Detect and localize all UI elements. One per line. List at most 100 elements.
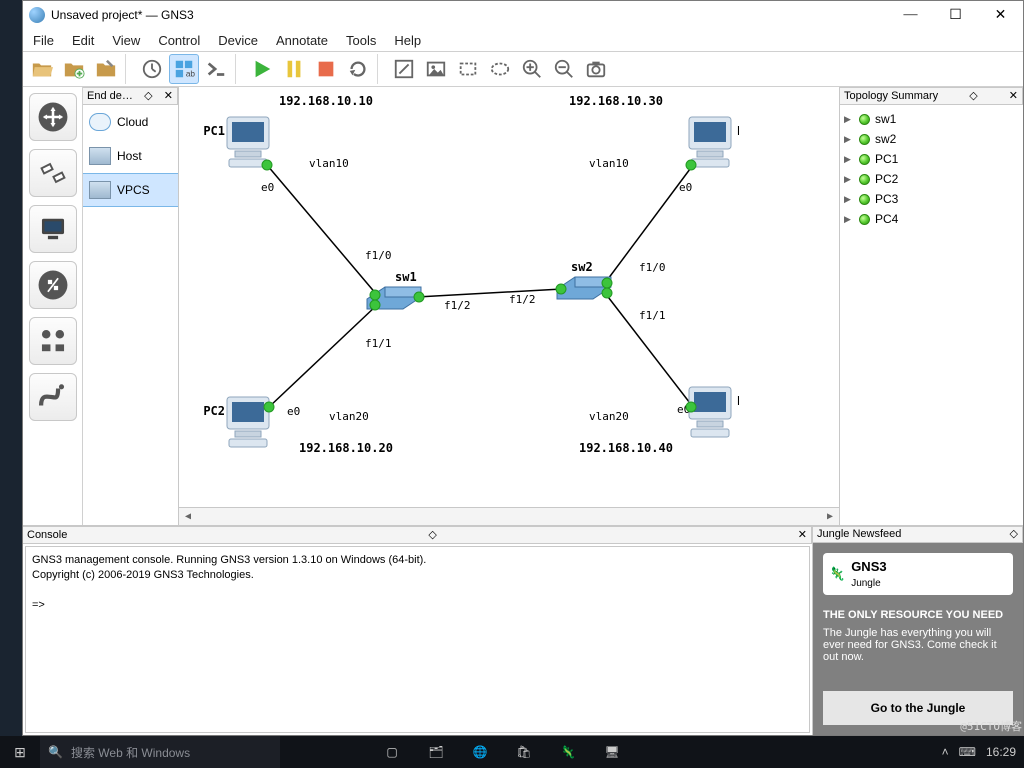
taskbar-search[interactable]: 🔍搜索 Web 和 Windows	[40, 736, 280, 768]
menu-device[interactable]: Device	[218, 33, 258, 48]
canvas-hscroll[interactable]: ◀▶	[179, 507, 839, 525]
console-icon[interactable]	[201, 54, 231, 84]
device-item-host[interactable]: Host	[83, 139, 178, 173]
menu-view[interactable]: View	[112, 33, 140, 48]
svg-text:192.168.10.30: 192.168.10.30	[569, 94, 663, 108]
svg-text:sw2: sw2	[571, 260, 593, 274]
topology-node-PC2[interactable]: ▶PC2	[844, 169, 1019, 189]
svg-text:sw1: sw1	[395, 270, 417, 284]
panel-close-icon[interactable]: ✕	[164, 91, 173, 102]
host-icon	[89, 147, 111, 165]
menu-control[interactable]: Control	[158, 33, 200, 48]
svg-text:f1/1: f1/1	[639, 309, 666, 322]
panel-float-icon[interactable]: ◇	[969, 91, 977, 102]
panel-float-icon[interactable]: ◇	[1010, 529, 1018, 540]
annotate-note-icon[interactable]	[389, 54, 419, 84]
app-icon	[29, 7, 45, 23]
svg-text:PC2: PC2	[203, 404, 225, 418]
window-title: Unsaved project* — GNS3	[51, 8, 194, 22]
taskbar-app-store[interactable]: 🛍	[502, 736, 546, 768]
host-icon	[89, 181, 111, 199]
dock-link-icon[interactable]	[29, 373, 77, 421]
menu-file[interactable]: File	[33, 33, 54, 48]
device-item-cloud[interactable]: Cloud	[83, 105, 178, 139]
pause-icon[interactable]	[279, 54, 309, 84]
panel-close-icon[interactable]: ✕	[798, 530, 807, 541]
panel-float-icon[interactable]: ◇	[428, 530, 436, 541]
dock-security-icon[interactable]	[29, 261, 77, 309]
minimize-button[interactable]: —	[888, 1, 933, 29]
close-button[interactable]: ✕	[978, 1, 1023, 29]
watermark: @51CTO博客	[960, 718, 1022, 734]
status-dot-icon	[859, 194, 870, 205]
panel-close-icon[interactable]: ✕	[1009, 91, 1018, 102]
zoom-in-icon[interactable]	[517, 54, 547, 84]
start-icon[interactable]	[247, 54, 277, 84]
dock-routers-icon[interactable]	[29, 93, 77, 141]
console-panel-title: Console	[27, 530, 67, 541]
device-dock	[23, 87, 83, 525]
svg-text:f1/0: f1/0	[365, 249, 392, 262]
panel-float-icon[interactable]: ◇	[144, 91, 152, 102]
svg-text:192.168.10.20: 192.168.10.20	[299, 441, 393, 455]
svg-text:e0: e0	[287, 405, 300, 418]
svg-text:PC3: PC3	[737, 124, 739, 138]
svg-text:f1/2: f1/2	[509, 293, 536, 306]
dock-all-icon[interactable]	[29, 317, 77, 365]
svg-text:PC1: PC1	[203, 124, 225, 138]
save-icon[interactable]	[91, 54, 121, 84]
taskbar-app-vm[interactable]: 🖥	[590, 736, 634, 768]
open-icon[interactable]	[27, 54, 57, 84]
topology-node-sw1[interactable]: ▶sw1	[844, 109, 1019, 129]
newsfeed-logo: 🦎 GNS3Jungle	[823, 553, 1013, 595]
tray-keyboard-icon[interactable]: ⌨	[959, 745, 976, 759]
snapshot-icon[interactable]	[137, 54, 167, 84]
menu-help[interactable]: Help	[394, 33, 421, 48]
tray-up-icon[interactable]: ˄	[942, 745, 949, 759]
svg-text:vlan20: vlan20	[589, 410, 629, 423]
topology-node-PC1[interactable]: ▶PC1	[844, 149, 1019, 169]
new-project-icon[interactable]	[59, 54, 89, 84]
chameleon-icon: 🦎	[829, 566, 845, 582]
topology-node-PC4[interactable]: ▶PC4	[844, 209, 1019, 229]
topology-panel-title: Topology Summary	[844, 91, 938, 102]
tray-time[interactable]: 16:29	[986, 745, 1016, 759]
start-button[interactable]: ⊞	[0, 744, 40, 761]
newsfeed-panel-title: Jungle Newsfeed	[817, 529, 901, 540]
stop-icon[interactable]	[311, 54, 341, 84]
maximize-button[interactable]: ☐	[933, 1, 978, 29]
taskbar-app-explorer[interactable]: 🗂	[414, 736, 458, 768]
console-output[interactable]: GNS3 management console. Running GNS3 ve…	[25, 546, 810, 733]
svg-text:PC4: PC4	[737, 394, 739, 408]
annotate-ellipse-icon[interactable]	[485, 54, 515, 84]
svg-text:f1/0: f1/0	[639, 261, 666, 274]
reload-icon[interactable]	[343, 54, 373, 84]
taskbar-app-gns3[interactable]: 🦎	[546, 736, 590, 768]
annotate-image-icon[interactable]	[421, 54, 451, 84]
topology-canvas[interactable]: PC1192.168.10.10e0PC2192.168.10.20e0PC31…	[179, 87, 839, 507]
svg-text:192.168.10.10: 192.168.10.10	[279, 94, 373, 108]
dock-enddevices-icon[interactable]	[29, 205, 77, 253]
svg-text:vlan20: vlan20	[329, 410, 369, 423]
task-view-icon[interactable]: ▢	[370, 736, 414, 768]
menu-edit[interactable]: Edit	[72, 33, 94, 48]
cloud-icon	[89, 113, 111, 131]
newsfeed-panel: Jungle Newsfeed ◇ 🦎 GNS3Jungle THE ONLY R…	[813, 526, 1023, 735]
annotate-rect-icon[interactable]	[453, 54, 483, 84]
end-devices-panel: End de… ◇ ✕ CloudHostVPCS	[83, 87, 179, 525]
topology-node-PC3[interactable]: ▶PC3	[844, 189, 1019, 209]
topology-node-sw2[interactable]: ▶sw2	[844, 129, 1019, 149]
dock-switches-icon[interactable]	[29, 149, 77, 197]
menu-annotate[interactable]: Annotate	[276, 33, 328, 48]
screenshot-icon[interactable]	[581, 54, 611, 84]
device-item-vpcs[interactable]: VPCS	[83, 173, 178, 207]
console-panel: Console ◇ ✕ GNS3 management console. Runni…	[23, 526, 813, 735]
newsfeed-headline: THE ONLY RESOURCE YOU NEED	[823, 609, 1013, 621]
taskbar-app-edge[interactable]: 🌐	[458, 736, 502, 768]
zoom-out-icon[interactable]	[549, 54, 579, 84]
main-toolbar: ab	[23, 51, 1023, 87]
status-dot-icon	[859, 214, 870, 225]
show-labels-icon[interactable]: ab	[169, 54, 199, 84]
menu-tools[interactable]: Tools	[346, 33, 376, 48]
devices-panel-title: End de…	[87, 91, 133, 102]
